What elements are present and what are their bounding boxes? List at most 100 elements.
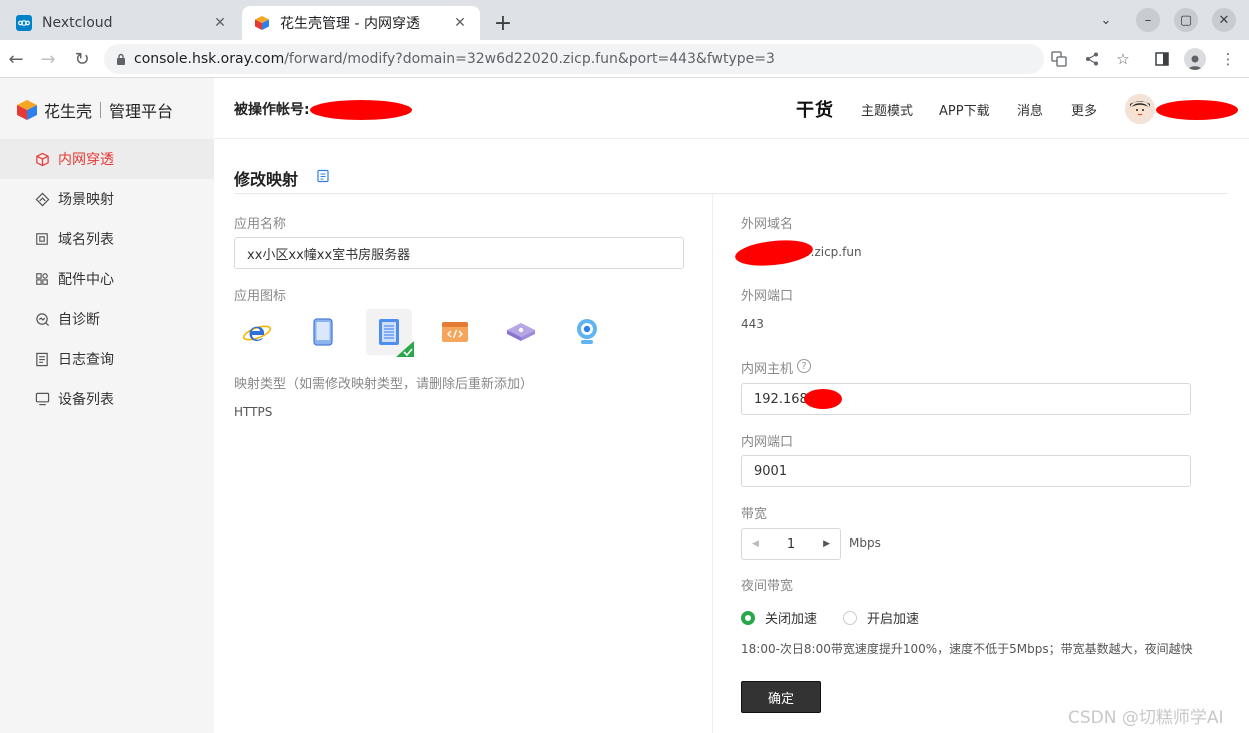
mapping-type-label: 映射类型（如需修改映射类型，请删除后重新添加） xyxy=(234,377,534,392)
bandwidth-stepper[interactable]: ◀ 1 ▶ xyxy=(741,528,841,560)
bookmark-star-icon[interactable]: ☆ xyxy=(1113,49,1133,69)
radio-label: 关闭加速 xyxy=(765,612,818,627)
bandwidth-label: 带宽 xyxy=(741,507,768,522)
radio-unchecked-icon xyxy=(843,610,857,625)
night-bandwidth-label: 夜间带宽 xyxy=(741,579,794,594)
increment-arrow-icon[interactable]: ▶ xyxy=(823,539,830,549)
brand-divider xyxy=(100,102,102,118)
app-icon-router[interactable] xyxy=(498,309,544,355)
tab-oray[interactable]: 花生壳管理 - 内网穿透 ✕ xyxy=(242,6,480,40)
external-domain-label: 外网域名 xyxy=(741,217,794,232)
minimize-button[interactable]: – xyxy=(1136,8,1160,32)
selected-check-icon xyxy=(396,341,414,357)
browser-toolbar: ← → ↻ console.hsk.oray.com/forward/modif… xyxy=(0,40,1249,78)
app-name-label: 应用名称 xyxy=(234,217,287,232)
grid-icon xyxy=(34,271,50,287)
back-arrow-icon[interactable]: ← xyxy=(4,47,28,71)
night-bandwidth-description: 18:00-次日8:00带宽速度提升100%，速度不低于5Mbps；带宽基数越大… xyxy=(741,642,1193,656)
theme-mode-link[interactable]: 主题模式 xyxy=(861,100,913,119)
brand-subtitle: 管理平台 xyxy=(109,102,174,121)
reload-icon[interactable]: ↻ xyxy=(70,47,94,71)
redaction-mark xyxy=(310,100,412,120)
account-label: 被操作帐号: xyxy=(234,102,310,118)
sidebar-item-label: 自诊断 xyxy=(58,312,100,328)
monitor-icon xyxy=(34,391,50,407)
close-window-button[interactable]: ✕ xyxy=(1212,8,1236,32)
redaction-mark xyxy=(733,236,815,270)
column-divider xyxy=(712,194,713,733)
external-port-label: 外网端口 xyxy=(741,289,794,304)
sidebar-item-diagnose[interactable]: 自诊断 xyxy=(0,299,214,339)
internal-port-input[interactable]: 9001 xyxy=(741,455,1191,487)
app-name-input[interactable]: xx小区xx幢xx室书房服务器 xyxy=(234,237,684,269)
scene-icon xyxy=(34,191,50,207)
tab-close-icon[interactable]: ✕ xyxy=(210,13,230,33)
radio-checked-icon xyxy=(741,610,755,625)
lock-icon xyxy=(116,53,126,65)
sidebar-item-label: 配件中心 xyxy=(58,272,114,288)
tab-search-chevron-icon[interactable]: ⌄ xyxy=(1094,8,1118,32)
app-icon-code[interactable] xyxy=(432,309,478,355)
app-icon-label: 应用图标 xyxy=(234,289,287,304)
sidebar-item-domains[interactable]: 域名列表 xyxy=(0,219,214,259)
messages-link[interactable]: 消息 xyxy=(1017,100,1043,119)
redaction-mark xyxy=(804,389,842,409)
internal-port-label: 内网端口 xyxy=(741,435,794,450)
oray-favicon-icon xyxy=(254,15,270,31)
more-link[interactable]: 更多 xyxy=(1071,100,1097,119)
url-path: /forward/modify?domain=32w6d22020.zicp.f… xyxy=(284,51,775,67)
sidebar-item-label: 内网穿透 xyxy=(58,152,114,168)
sidebar: 花生壳 管理平台 内网穿透 场景映射 域名列表 配件中心 自诊断 日志查询 设备… xyxy=(0,78,214,733)
translate-icon[interactable] xyxy=(1049,49,1069,69)
user-avatar[interactable] xyxy=(1125,94,1155,124)
browser-tab-bar: Nextcloud ✕ 花生壳管理 - 内网穿透 ✕ + ⌄ – ▢ ✕ xyxy=(0,0,1249,40)
maximize-button[interactable]: ▢ xyxy=(1174,8,1198,32)
tab-nextcloud[interactable]: Nextcloud ✕ xyxy=(4,6,240,40)
night-accel-on-radio[interactable]: 开启加速 xyxy=(843,608,919,627)
profile-avatar-icon[interactable] xyxy=(1184,48,1206,70)
app-icon-tablet[interactable] xyxy=(300,309,346,355)
browser-menu-icon[interactable]: ⋮ xyxy=(1218,49,1238,69)
sidebar-item-devices[interactable]: 设备列表 xyxy=(0,379,214,419)
external-port-value: 443 xyxy=(741,317,764,331)
sidebar-item-label: 日志查询 xyxy=(58,352,114,368)
code-icon xyxy=(442,322,468,342)
decrement-arrow-icon[interactable]: ◀ xyxy=(752,539,759,549)
sidebar-item-scene[interactable]: 场景映射 xyxy=(0,179,214,219)
tab-close-icon[interactable]: ✕ xyxy=(450,13,470,33)
help-icon[interactable]: ? xyxy=(797,359,811,373)
app-icon-camera[interactable] xyxy=(564,309,610,355)
tab-title: 花生壳管理 - 内网穿透 xyxy=(280,16,420,32)
sidebar-item-accessories[interactable]: 配件中心 xyxy=(0,259,214,299)
share-icon[interactable] xyxy=(1082,49,1102,69)
url-host: console.hsk.oray.com xyxy=(134,51,285,67)
night-accel-off-radio[interactable]: 关闭加速 xyxy=(741,608,817,627)
main-content: 修改映射 应用名称 xx小区xx幢xx室书房服务器 应用图标 映射类型（如需修改… xyxy=(214,139,1249,733)
tablet-icon xyxy=(313,318,333,346)
bandwidth-value: 1 xyxy=(786,536,796,552)
top-header: 被操作帐号: 干货 主题模式 APP下载 消息 更多 xyxy=(214,78,1249,139)
forward-arrow-icon[interactable]: → xyxy=(36,47,60,71)
document-icon[interactable] xyxy=(316,169,330,183)
ie-icon xyxy=(242,325,272,341)
sidebar-item-intranet[interactable]: 内网穿透 xyxy=(0,139,214,179)
router-icon xyxy=(507,323,535,341)
side-panel-icon[interactable] xyxy=(1152,49,1172,69)
cube-icon xyxy=(34,151,50,167)
brand[interactable]: 花生壳 管理平台 xyxy=(16,98,173,122)
app-icon-ie[interactable] xyxy=(234,309,280,355)
address-bar[interactable]: console.hsk.oray.com/forward/modify?doma… xyxy=(104,44,1044,74)
sidebar-item-logs[interactable]: 日志查询 xyxy=(0,339,214,379)
app-icon-server[interactable] xyxy=(366,309,414,357)
new-tab-button[interactable]: + xyxy=(490,10,516,36)
nextcloud-favicon-icon xyxy=(16,15,32,31)
app-download-link[interactable]: APP下载 xyxy=(939,100,990,119)
confirm-button[interactable]: 确定 xyxy=(741,681,821,713)
sidebar-item-label: 域名列表 xyxy=(58,232,114,248)
brand-name: 花生壳 xyxy=(44,102,93,121)
bandwidth-unit: Mbps xyxy=(849,536,881,550)
ganhuo-link[interactable]: 干货 xyxy=(796,96,834,122)
sidebar-item-label: 场景映射 xyxy=(58,192,114,208)
domain-icon xyxy=(34,231,50,247)
watermark: CSDN @切糕师学AI xyxy=(1068,708,1224,728)
